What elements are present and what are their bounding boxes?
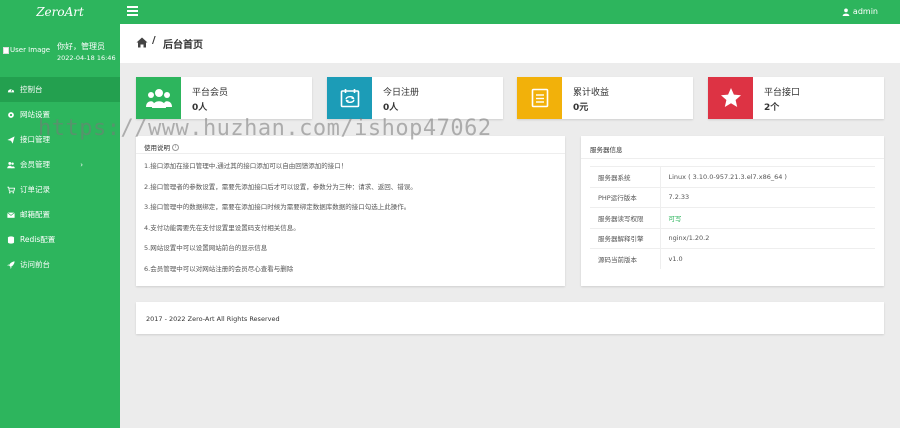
table-cell-key: 服务器系统: [590, 166, 661, 187]
table-row: 服务器读写权限 可写: [590, 207, 875, 228]
panel-title: 使用说明: [144, 144, 170, 152]
user-menu[interactable]: admin: [842, 0, 878, 24]
sidebar-item-label: 控制台: [20, 85, 43, 94]
avatar-alt-text: User Image: [10, 46, 51, 54]
table-row: PHP运行版本 7.2.33: [590, 186, 875, 208]
dashboard-icon: [7, 88, 15, 92]
sidebar-item-label: 邮箱配置: [20, 210, 50, 219]
stat-card-total-revenue: 累计收益 0元: [517, 77, 693, 119]
user-name: admin: [852, 7, 878, 16]
list-item: 2.接口管理者的参数设置，需要先添加接口后才可以设置，参数分为三种：请求、返回、…: [144, 182, 417, 191]
copyright-text: 2017 - 2022 Zero-Art All Rights Reserved: [146, 315, 280, 323]
sidebar-item-site-settings[interactable]: 网站设置: [0, 102, 120, 127]
sidebar-item-label: 订单记录: [20, 185, 50, 194]
stat-icon-box: [327, 77, 372, 119]
sidebar-item-label: 会员管理: [20, 160, 50, 169]
sidebar-item-label: 接口管理: [20, 135, 50, 144]
list-item: 1.接口添加在接口管理中,通过其的接口添加可以自由回馈添加的接口！: [144, 162, 348, 170]
rocket-icon: [7, 260, 15, 269]
stat-label: 平台会员: [192, 88, 229, 98]
divider: [581, 158, 884, 159]
list-item: 6.会员管理中可以对网站注册的会员尽心查看与删除: [144, 264, 294, 273]
sidebar-item-api-management[interactable]: 接口管理: [0, 127, 120, 152]
stat-label: 平台接口: [764, 88, 801, 98]
table-row: 源码当前版本 v1.0: [590, 248, 875, 269]
users-icon: [145, 89, 172, 108]
sidebar-item-redis-config[interactable]: Redis配置: [0, 227, 120, 252]
sidebar-item-dashboard[interactable]: 控制台: [0, 77, 120, 102]
document-icon: [531, 88, 548, 108]
stat-card-platform-apis: 平台接口 2个: [708, 77, 884, 119]
envelope-icon: [7, 211, 15, 218]
table-cell-key: 服务器读写权限: [590, 207, 661, 228]
database-icon: [7, 235, 15, 244]
table-cell-value: v1.0: [660, 248, 875, 269]
server-info-panel: 服务器信息 服务器系统 Linux ( 3.10.0-957.21.3.el7.…: [581, 136, 884, 286]
table-cell-key: PHP运行版本: [590, 186, 661, 208]
table-cell-value: 可写: [660, 207, 875, 228]
home-icon[interactable]: [136, 37, 148, 48]
broken-image-icon: [3, 46, 9, 54]
panel-title: 服务器信息: [590, 146, 623, 154]
table-cell-value: Linux ( 3.10.0-957.21.3.el7.x86_64 ): [660, 166, 875, 187]
stat-icon-box: [136, 77, 181, 119]
footer: 2017 - 2022 Zero-Art All Rights Reserved: [136, 302, 884, 334]
list-item: 4.支付功能需要先在支付设置里设置码支付相关信息。: [144, 223, 300, 232]
list-item: 3.接口管理中的数据绑定，需要在添加接口时候为需要绑定数据库数据的接口勾选上此操…: [144, 203, 411, 211]
panel-header: 使用说明 i: [144, 142, 179, 152]
table-row: 服务器系统 Linux ( 3.10.0-957.21.3.el7.x86_64…: [590, 166, 875, 187]
usage-instructions-panel: 使用说明 i 1.接口添加在接口管理中,通过其的接口添加可以自由回馈添加的接口！…: [136, 136, 565, 286]
current-datetime: 2022-04-18 16:46: [57, 54, 116, 62]
user-icon: [842, 8, 850, 16]
avatar: User Image: [3, 46, 50, 54]
app-logo[interactable]: ZeroArt: [0, 0, 120, 24]
list-item: 5.网站设置中可以设置网站前台的显示信息: [144, 244, 268, 252]
stat-card-today-registrations: 今日注册 0人: [327, 77, 503, 119]
table-cell-value: 7.2.33: [660, 186, 875, 208]
stat-value: 0元: [573, 103, 589, 113]
gear-icon: [8, 111, 14, 118]
top-bar: ZeroArt admin: [0, 0, 900, 24]
greeting: 你好，管理员: [57, 42, 105, 51]
user-profile: User Image 你好，管理员 2022-04-18 16:46: [0, 24, 120, 77]
table-cell-key: 源码当前版本: [590, 248, 661, 269]
sidebar-item-label: 网站设置: [20, 110, 50, 119]
info-icon: i: [172, 143, 179, 151]
server-info-table: 服务器系统 Linux ( 3.10.0-957.21.3.el7.x86_64…: [590, 166, 875, 269]
divider: [136, 153, 565, 154]
page-title: 后台首页: [163, 40, 203, 51]
cart-icon: [7, 186, 15, 193]
stat-value: 2个: [764, 103, 780, 113]
sidebar-item-mail-config[interactable]: 邮箱配置: [0, 202, 120, 227]
stat-icon-box: [517, 77, 562, 119]
stat-label: 累计收益: [573, 88, 610, 98]
table-row: 服务器解释引擎 nginx/1.20.2: [590, 227, 875, 249]
sidebar-item-members[interactable]: 会员管理 ›: [0, 152, 120, 177]
stat-value: 0人: [192, 103, 208, 113]
sidebar-item-label: 访问前台: [20, 260, 50, 269]
usage-list: 1.接口添加在接口管理中,通过其的接口添加可以自由回馈添加的接口！ 2.接口管理…: [144, 160, 417, 283]
stat-icon-box: [708, 77, 753, 119]
sidebar-item-label: Redis配置: [20, 235, 56, 244]
stat-label: 今日注册: [383, 88, 420, 98]
stat-card-members: 平台会员 0人: [136, 77, 312, 119]
calendar-icon: [340, 89, 359, 108]
table-cell-key: 服务器解释引擎: [590, 227, 661, 249]
page-header: / 后台首页: [120, 24, 900, 63]
sidebar: User Image 你好，管理员 2022-04-18 16:46 控制台 网…: [0, 24, 120, 428]
table-cell-value: nginx/1.20.2: [660, 227, 875, 249]
chevron-right-icon: ›: [80, 160, 83, 169]
sidebar-menu: 控制台 网站设置 接口管理 会员管理 › 订单记录 邮箱配置 Redis配置 访…: [0, 77, 120, 277]
sidebar-item-orders[interactable]: 订单记录: [0, 177, 120, 202]
stat-value: 0人: [383, 103, 399, 113]
users-icon: [7, 161, 15, 168]
sidebar-item-visit-frontend[interactable]: 访问前台: [0, 252, 120, 277]
star-icon: [720, 88, 741, 107]
paper-plane-icon: [7, 135, 15, 144]
hamburger-menu-icon[interactable]: [127, 6, 138, 16]
breadcrumb-separator: /: [152, 35, 156, 46]
